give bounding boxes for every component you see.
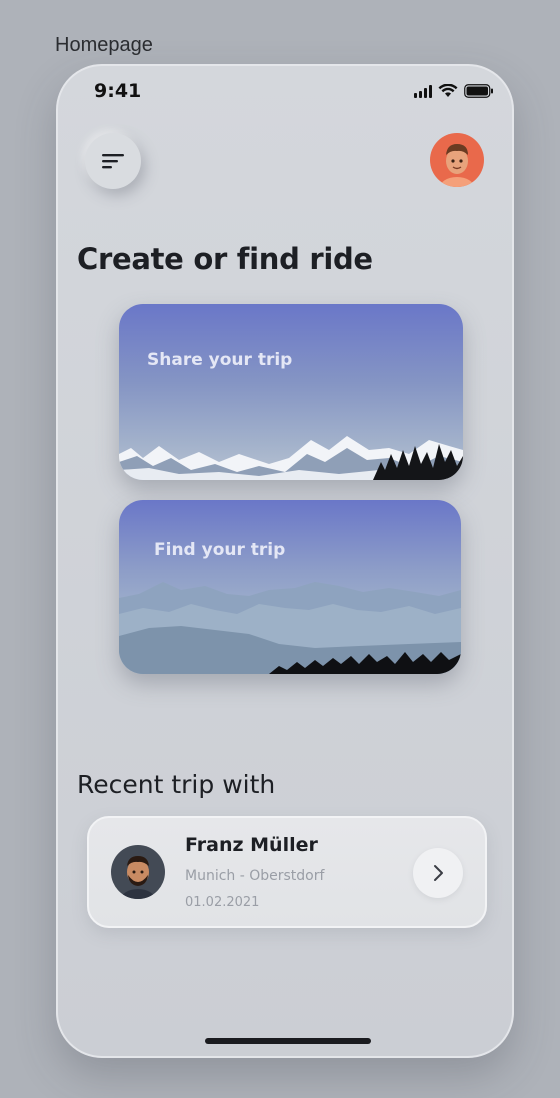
status-icons [414, 84, 494, 98]
misty-mountains-illustration [119, 582, 461, 674]
user-avatar[interactable] [430, 133, 484, 187]
page-title: Create or find ride [77, 242, 373, 276]
find-trip-card[interactable]: Find your trip [119, 500, 461, 674]
signal-icon [414, 85, 432, 98]
status-time: 9:41 [94, 80, 142, 102]
chevron-right-icon [434, 865, 443, 881]
phone-screen: 9:41 Create or find ride Share your trip… [56, 64, 514, 1058]
driver-face-icon [120, 856, 156, 899]
share-trip-label: Share your trip [147, 350, 293, 370]
menu-button[interactable] [85, 133, 141, 189]
menu-icon [102, 154, 124, 169]
recent-section-title: Recent trip with [77, 770, 276, 799]
frame-label: Homepage [55, 34, 153, 56]
wifi-icon [438, 84, 458, 97]
find-trip-label: Find your trip [154, 540, 286, 560]
driver-avatar [111, 845, 165, 899]
recent-trip-card[interactable]: Franz Müller Munich - Oberstdorf 01.02.2… [87, 816, 487, 928]
avatar-face-icon [439, 144, 475, 187]
home-indicator[interactable] [205, 1038, 371, 1044]
trip-date: 01.02.2021 [185, 895, 260, 910]
trip-route: Munich - Oberstdorf [185, 868, 325, 884]
snow-mountains-illustration [119, 436, 463, 480]
battery-icon [464, 84, 493, 98]
driver-name: Franz Müller [185, 834, 318, 856]
open-trip-button[interactable] [413, 848, 463, 898]
share-trip-card[interactable]: Share your trip [119, 304, 463, 480]
